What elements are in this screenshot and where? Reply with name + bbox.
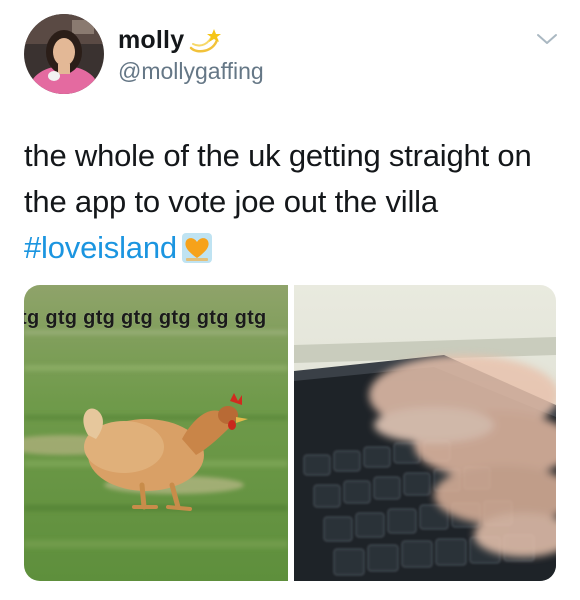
tweet-text-line-2: the app to vote joe out the villa <box>24 184 438 219</box>
typing-hands-image <box>294 285 556 581</box>
orange-heart-emoji <box>181 233 212 263</box>
media-image-keyboard[interactable] <box>294 285 556 581</box>
avatar[interactable] <box>24 14 104 94</box>
hashtag-line: #loveisland <box>24 225 564 271</box>
display-name[interactable]: molly <box>118 26 184 55</box>
meme-caption: tg gtg gtg gtg gtg gtg gtg <box>24 307 267 329</box>
profile-photo <box>24 14 104 94</box>
chevron-down-icon[interactable] <box>536 32 558 46</box>
tweet-text: the whole of the uk getting straight on … <box>24 133 564 271</box>
hashtag-link[interactable]: #loveisland <box>24 230 177 265</box>
dizzy-star-emoji <box>190 28 222 53</box>
media-grid: tg gtg gtg gtg gtg gtg gtg <box>24 285 556 581</box>
tweet-text-line-1: the whole of the uk getting straight on <box>24 138 532 173</box>
tweet-card: molly @mollygaffing the whole of the uk … <box>0 0 580 600</box>
media-image-chicken[interactable]: tg gtg gtg gtg gtg gtg gtg <box>24 285 288 581</box>
author-name-row[interactable]: molly <box>118 26 222 55</box>
author-handle[interactable]: @mollygaffing <box>118 58 264 85</box>
